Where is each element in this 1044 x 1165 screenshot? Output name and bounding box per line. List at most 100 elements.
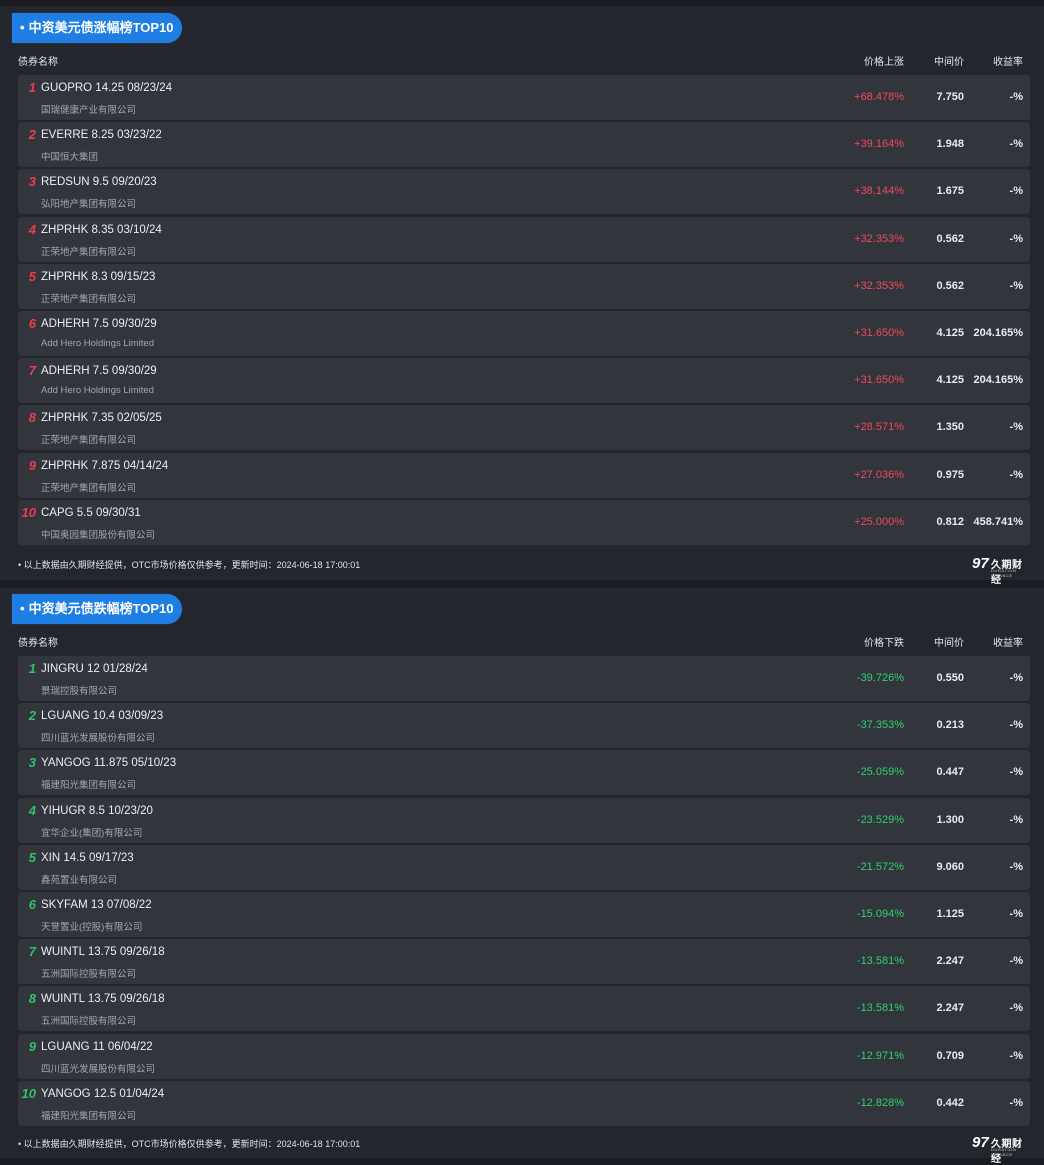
bond-row[interactable]: 7 WUINTL 13.75 09/26/18 五洲国际控股有限公司 -13.581%… [18,939,1030,985]
mid-price: 0.709 [936,1049,964,1062]
bond-code: EVERRE 8.25 03/23/22 [41,129,162,142]
issuer-name: 国瑞健康产业有限公司 [41,105,137,116]
bond-code: YIHUGR 8.5 10/23/20 [41,804,153,817]
rank-number: 8 [28,410,36,426]
gainers-title-text: 中资美元债涨幅榜TOP10 [28,20,174,35]
yield-value: -% [1009,955,1023,968]
issuer-name: 五洲国际控股有限公司 [41,1016,137,1028]
bond-row[interactable]: 2 EVERRE 8.25 03/23/22 中国恒大集团 +39.164% 1.948… [18,122,1030,168]
price-change: +25.000% [854,515,904,528]
header-price-change[interactable]: 价格下跌 [848,634,904,649]
bond-row[interactable]: 8 ZHPRHK 7.35 02/05/25 正荣地产集团有限公司 +28.571% 1… [18,405,1030,451]
issuer-name: 正荣地产集团有限公司 [41,293,137,305]
mid-price: 2.247 [936,955,964,968]
issuer-name: 福建阳光集团有限公司 [41,780,137,792]
rank-number: 7 [28,363,36,379]
bond-row[interactable]: 7 ADHERH 7.5 09/30/29 Add Hero Holdings Li… [18,358,1030,404]
mid-price: 1.675 [936,185,964,198]
issuer-name: 四川蓝光发展股份有限公司 [41,733,156,745]
bond-row[interactable]: 4 YIHUGR 8.5 10/23/20 宜华企业(集团)有限公司 -23.529%… [18,797,1030,843]
duration-finance-logo: 97 久期财经 DURATION FINANCE [972,1134,1032,1165]
bond-row[interactable]: 10 YANGOG 12.5 01/04/24 福建阳光集团有限公司 -12.828%… [18,1080,1030,1126]
logo-mark: 97 [972,555,989,572]
yield-value: -% [1009,185,1023,198]
price-change: +32.353% [854,279,904,292]
bond-row[interactable]: 9 ZHPRHK 7.875 04/14/24 正荣地产集团有限公司 +27.036%… [18,452,1030,498]
price-change: +68.478% [854,91,904,103]
issuer-name: 宜华企业(集团)有限公司 [41,827,143,839]
header-price-change[interactable]: 价格上涨 [848,53,904,68]
mid-price: 7.750 [936,91,964,103]
losers-title-text: 中资美元债跌幅榜TOP10 [28,601,174,616]
issuer-name: Add Hero Holdings Limited [41,337,155,349]
bond-row[interactable]: 8 WUINTL 13.75 09/26/18 五洲国际控股有限公司 -13.581%… [18,986,1030,1032]
bond-row[interactable]: 5 ZHPRHK 8.3 09/15/23 正荣地产集团有限公司 +32.353% 0.… [18,263,1030,309]
footer-note-text: 以上数据由久期财经提供，OTC市场价格仅供参考，更新时间：2024-06-18 … [23,1139,361,1149]
yield-value: -% [1009,468,1023,481]
issuer-name: 中国奥园集团股份有限公司 [41,529,156,541]
header-mid-price[interactable]: 中间价 [920,53,964,68]
price-change: -39.726% [856,672,904,684]
bond-code: WUINTL 13.75 09/26/18 [41,946,165,959]
bond-code: WUINTL 13.75 09/26/18 [41,993,165,1006]
footer-note: • 以上数据由久期财经提供，OTC市场价格仅供参考，更新时间：2024-06-1… [18,560,361,570]
issuer-name: 弘阳地产集团有限公司 [41,199,137,211]
bond-row[interactable]: 5 XIN 14.5 09/17/23 鑫苑置业有限公司 -21.572% 9.060 -… [18,844,1030,890]
losers-footer: • 以上数据由久期财经提供，OTC市场价格仅供参考，更新时间：2024-06-1… [0,1134,1044,1165]
price-change: +31.650% [854,326,904,339]
bond-row[interactable]: 1 GUOPRO 14.25 08/23/24 国瑞健康产业有限公司 +68.478%… [18,75,1030,120]
price-change: +27.036% [854,468,904,481]
issuer-name: 正荣地产集团有限公司 [41,246,137,258]
rank-number: 9 [28,1038,36,1054]
bond-row[interactable]: 3 REDSUN 9.5 09/20/23 弘阳地产集团有限公司 +38.144% 1.… [18,169,1030,215]
bond-code: ZHPRHK 8.35 03/10/24 [41,223,162,236]
price-change: -37.353% [856,719,904,732]
header-yield[interactable]: 收益率 [968,634,1023,649]
issuer-name: 正荣地产集团有限公司 [41,435,137,447]
top-divider [0,0,1044,6]
bond-row[interactable]: 1 JINGRU 12 01/28/24 景瑞控股有限公司 -39.726% 0.550… [18,656,1030,701]
bond-row[interactable]: 2 LGUANG 10.4 03/09/23 四川蓝光发展股份有限公司 -37.353… [18,703,1030,749]
rank-number: 5 [28,268,36,284]
rank-number: 1 [28,80,36,95]
issuer-name: Add Hero Holdings Limited [41,385,155,397]
bond-row[interactable]: 6 SKYFAM 13 07/08/22 天誉置业(控股)有限公司 -15.094% 1… [18,891,1030,937]
rank-number: 10 [21,1085,36,1101]
bond-code: REDSUN 9.5 09/20/23 [41,176,157,189]
bullet-icon: • [20,601,25,616]
gainers-title: • 中资美元债涨幅榜TOP10 [12,13,182,43]
yield-value: -% [1009,672,1023,684]
losers-list: 1 JINGRU 12 01/28/24 景瑞控股有限公司 -39.726% 0.550… [18,656,1030,1128]
yield-value: -% [1009,860,1023,873]
bond-code: CAPG 5.5 09/30/31 [41,506,141,519]
bond-row[interactable]: 9 LGUANG 11 06/04/22 四川蓝光发展股份有限公司 -12.971% 0… [18,1033,1030,1079]
price-change: +31.650% [854,374,904,387]
price-change: +39.164% [854,138,904,151]
bond-row[interactable]: 10 CAPG 5.5 09/30/31 中国奥园集团股份有限公司 +25.000% 0… [18,499,1030,545]
yield-value: 204.165% [973,326,1023,339]
bond-row[interactable]: 3 YANGOG 11.875 05/10/23 福建阳光集团有限公司 -25.059… [18,750,1030,796]
losers-panel: • 中资美元债跌幅榜TOP10 债券名称 价格下跌 中间价 收益率 1 JINGRU… [0,588,1044,1165]
bond-row[interactable]: 4 ZHPRHK 8.35 03/10/24 正荣地产集团有限公司 +32.353% 0… [18,216,1030,262]
price-change: -13.581% [856,955,904,968]
rank-number: 4 [28,802,36,818]
bond-code: XIN 14.5 09/17/23 [41,851,134,864]
header-yield[interactable]: 收益率 [968,53,1023,68]
header-bond-name: 债券名称 [18,57,58,68]
rank-number: 2 [28,708,36,724]
footer-note-text: 以上数据由久期财经提供，OTC市场价格仅供参考，更新时间：2024-06-18 … [23,560,361,570]
header-mid-price[interactable]: 中间价 [920,634,964,649]
price-change: -15.094% [856,907,904,920]
yield-value: -% [1009,907,1023,920]
bond-code: YANGOG 11.875 05/10/23 [41,757,177,770]
yield-value: -% [1009,1096,1023,1109]
issuer-name: 景瑞控股有限公司 [41,686,118,697]
price-change: +38.144% [854,185,904,198]
bond-row[interactable]: 6 ADHERH 7.5 09/30/29 Add Hero Holdings Li… [18,310,1030,356]
gainers-column-header: 债券名称 价格上涨 中间价 收益率 [0,53,1044,69]
yield-value: -% [1009,421,1023,434]
logo-subtitle: DURATION FINANCE [991,1147,1017,1157]
footer-note: • 以上数据由久期财经提供，OTC市场价格仅供参考，更新时间：2024-06-1… [18,1139,361,1149]
issuer-name: 鑫苑置业有限公司 [41,874,118,886]
header-bond-name: 债券名称 [18,638,58,649]
